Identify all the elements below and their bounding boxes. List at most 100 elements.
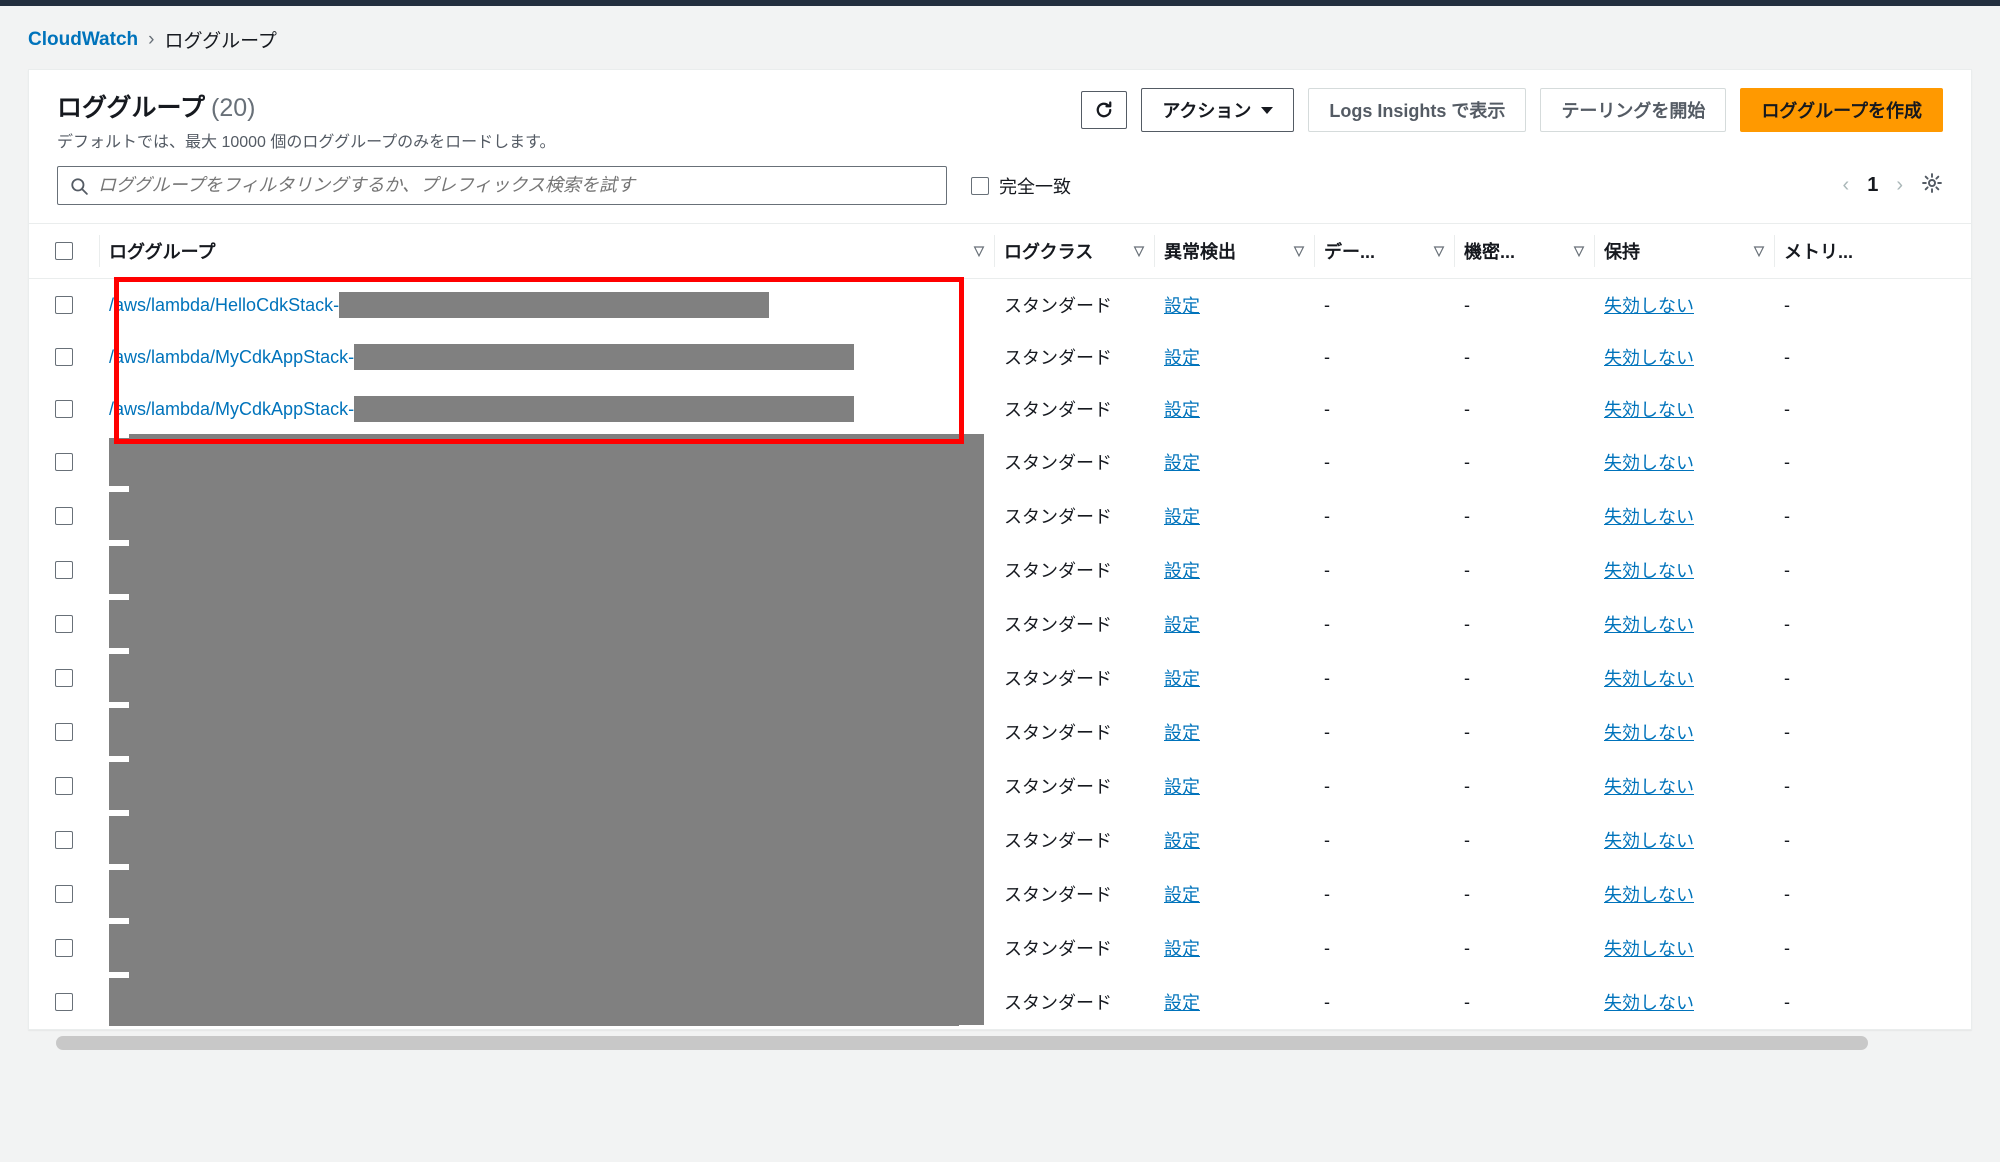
col-retention[interactable]: 保持 ▽	[1594, 224, 1774, 278]
title-text: ロググループ	[57, 88, 205, 124]
page-next[interactable]: ›	[1896, 174, 1903, 197]
row-checkbox[interactable]	[55, 400, 73, 418]
view-insights-button[interactable]: Logs Insights で表示	[1308, 88, 1526, 132]
cell-log-class: スタンダード	[994, 331, 1154, 383]
retention-link[interactable]: 失効しない	[1604, 296, 1694, 316]
row-checkbox[interactable]	[55, 777, 73, 795]
cell-secret: -	[1454, 871, 1594, 918]
retention-link[interactable]: 失効しない	[1604, 561, 1694, 581]
anomaly-settings-link[interactable]: 設定	[1164, 507, 1200, 527]
cell-metrics: -	[1774, 601, 1874, 648]
log-group-link[interactable]: /aws/lambda/MyCdkAppStack-	[109, 347, 354, 368]
cell-data: -	[1314, 979, 1454, 1026]
row-checkbox[interactable]	[55, 831, 73, 849]
search-input[interactable]	[98, 175, 934, 196]
row-checkbox[interactable]	[55, 669, 73, 687]
retention-link[interactable]: 失効しない	[1604, 669, 1694, 689]
retention-link[interactable]: 失効しない	[1604, 400, 1694, 420]
row-checkbox[interactable]	[55, 561, 73, 579]
col-data[interactable]: デー... ▽	[1314, 224, 1454, 278]
anomaly-settings-link[interactable]: 設定	[1164, 296, 1200, 316]
row-checkbox[interactable]	[55, 507, 73, 525]
retention-link[interactable]: 失効しない	[1604, 939, 1694, 959]
retention-link[interactable]: 失効しない	[1604, 615, 1694, 635]
cell-log-class: スタンダード	[994, 760, 1154, 812]
refresh-icon	[1094, 100, 1114, 120]
cell-data: -	[1314, 386, 1454, 433]
redacted-block	[354, 396, 854, 422]
cell-secret: -	[1454, 655, 1594, 702]
retention-link[interactable]: 失効しない	[1604, 885, 1694, 905]
cell-secret: -	[1454, 386, 1594, 433]
anomaly-settings-link[interactable]: 設定	[1164, 453, 1200, 473]
row-checkbox[interactable]	[55, 723, 73, 741]
cell-secret: -	[1454, 547, 1594, 594]
anomaly-settings-link[interactable]: 設定	[1164, 939, 1200, 959]
retention-link[interactable]: 失効しない	[1604, 777, 1694, 797]
col-name[interactable]: ロググループ ▽	[99, 224, 994, 278]
anomaly-settings-link[interactable]: 設定	[1164, 885, 1200, 905]
col-anomaly[interactable]: 異常検出 ▽	[1154, 224, 1314, 278]
breadcrumb: CloudWatch › ロググループ	[28, 26, 1972, 53]
settings-icon[interactable]	[1921, 172, 1943, 200]
cell-metrics: -	[1774, 334, 1874, 381]
select-all-checkbox[interactable]	[55, 242, 73, 260]
anomaly-settings-link[interactable]: 設定	[1164, 669, 1200, 689]
row-checkbox[interactable]	[55, 885, 73, 903]
scrollbar-thumb[interactable]	[56, 1036, 1868, 1050]
col-anomaly-label: 異常検出	[1164, 238, 1236, 264]
cell-secret: -	[1454, 439, 1594, 486]
cell-data: -	[1314, 871, 1454, 918]
col-class[interactable]: ログクラス ▽	[994, 224, 1154, 278]
log-group-link[interactable]: /aws/lambda/HelloCdkStack-	[109, 295, 339, 316]
start-tailing-button[interactable]: テーリングを開始	[1540, 88, 1726, 132]
row-checkbox[interactable]	[55, 993, 73, 1011]
cell-secret: -	[1454, 493, 1594, 540]
retention-link[interactable]: 失効しない	[1604, 453, 1694, 473]
cell-metrics: -	[1774, 763, 1874, 810]
row-checkbox[interactable]	[55, 296, 73, 314]
anomaly-settings-link[interactable]: 設定	[1164, 993, 1200, 1013]
row-checkbox[interactable]	[55, 453, 73, 471]
search-box[interactable]	[57, 166, 947, 205]
col-secret[interactable]: 機密... ▽	[1454, 224, 1594, 278]
cell-metrics: -	[1774, 925, 1874, 972]
row-checkbox[interactable]	[55, 939, 73, 957]
exact-match-checkbox[interactable]	[971, 177, 989, 195]
retention-link[interactable]: 失効しない	[1604, 831, 1694, 851]
anomaly-settings-link[interactable]: 設定	[1164, 615, 1200, 635]
actions-dropdown[interactable]: アクション	[1141, 88, 1294, 132]
cell-data: -	[1314, 282, 1454, 329]
anomaly-settings-link[interactable]: 設定	[1164, 777, 1200, 797]
sort-icon: ▽	[1574, 243, 1584, 259]
retention-link[interactable]: 失効しない	[1604, 507, 1694, 527]
cell-log-class: スタンダード	[994, 279, 1154, 331]
cell-log-group-name: /aws/lambda/MyCdkAppStack-	[99, 383, 994, 435]
cell-data: -	[1314, 439, 1454, 486]
cell-data: -	[1314, 547, 1454, 594]
col-metrics-label: メトリ...	[1784, 238, 1853, 264]
log-group-link[interactable]: /aws/lambda/MyCdkAppStack-	[109, 399, 354, 420]
anomaly-settings-link[interactable]: 設定	[1164, 831, 1200, 851]
chevron-right-icon: ›	[148, 29, 154, 51]
redacted-block	[354, 344, 854, 370]
exact-match-toggle[interactable]: 完全一致	[971, 173, 1071, 199]
col-metrics[interactable]: メトリ...	[1774, 224, 1874, 278]
title-count: (20)	[211, 94, 255, 123]
refresh-button[interactable]	[1081, 91, 1127, 129]
cell-metrics: -	[1774, 493, 1874, 540]
retention-link[interactable]: 失効しない	[1604, 993, 1694, 1013]
create-log-group-button[interactable]: ロググループを作成	[1740, 88, 1943, 132]
anomaly-settings-link[interactable]: 設定	[1164, 561, 1200, 581]
page-prev[interactable]: ‹	[1843, 174, 1850, 197]
horizontal-scrollbar[interactable]	[56, 1036, 1944, 1050]
row-checkbox[interactable]	[55, 615, 73, 633]
anomaly-settings-link[interactable]: 設定	[1164, 723, 1200, 743]
anomaly-settings-link[interactable]: 設定	[1164, 348, 1200, 368]
anomaly-settings-link[interactable]: 設定	[1164, 400, 1200, 420]
cell-secret: -	[1454, 709, 1594, 756]
retention-link[interactable]: 失効しない	[1604, 348, 1694, 368]
retention-link[interactable]: 失効しない	[1604, 723, 1694, 743]
row-checkbox[interactable]	[55, 348, 73, 366]
breadcrumb-root[interactable]: CloudWatch	[28, 29, 138, 51]
